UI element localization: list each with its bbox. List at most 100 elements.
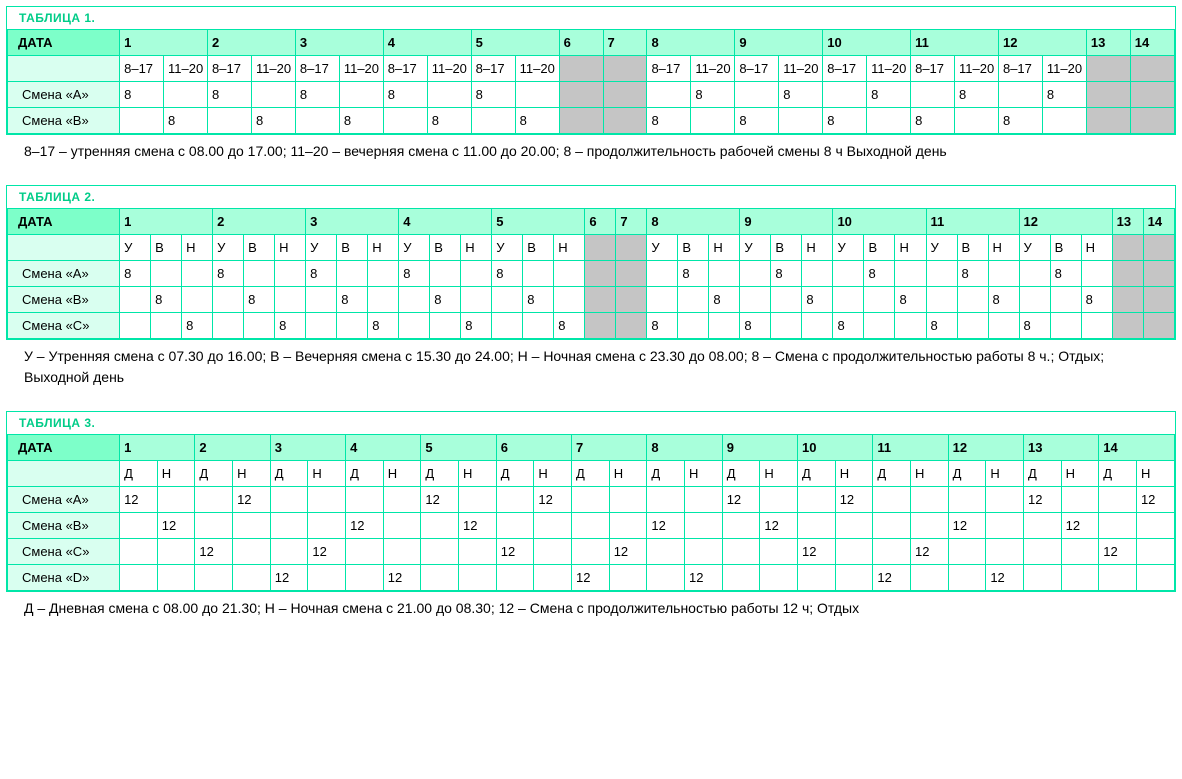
data-cell [1112, 313, 1143, 339]
header-day: 10 [823, 30, 911, 56]
data-cell: 12 [948, 512, 986, 538]
sub-header-cell [559, 56, 603, 82]
sub-header-cell: Д [722, 460, 760, 486]
data-cell [691, 108, 735, 134]
data-cell [399, 287, 430, 313]
header-day: 5 [421, 434, 496, 460]
data-cell [157, 486, 195, 512]
data-cell [534, 564, 572, 590]
data-cell [873, 512, 911, 538]
sub-header-cell: У [213, 235, 244, 261]
data-cell: 8 [1050, 261, 1081, 287]
data-cell [609, 564, 647, 590]
data-cell [647, 287, 678, 313]
data-cell [802, 261, 833, 287]
sub-header-cell: Н [609, 460, 647, 486]
sub-header-cell: Н [534, 460, 572, 486]
data-cell [647, 564, 685, 590]
data-cell [986, 538, 1024, 564]
data-cell [895, 261, 926, 287]
sub-header-cell: 8–17 [735, 56, 779, 82]
data-cell [337, 313, 368, 339]
data-cell [685, 538, 723, 564]
data-cell [120, 564, 158, 590]
header-day: 9 [722, 434, 797, 460]
data-cell [213, 313, 244, 339]
data-cell [427, 82, 471, 108]
data-cell [722, 564, 760, 590]
data-cell [867, 108, 911, 134]
data-cell: 8 [735, 108, 779, 134]
sub-header-cell: В [1050, 235, 1081, 261]
data-cell [368, 261, 399, 287]
data-cell [346, 486, 384, 512]
sub-header-cell [585, 235, 616, 261]
header-day: 3 [270, 434, 345, 460]
data-cell [383, 108, 427, 134]
data-cell [823, 82, 867, 108]
sub-header-blank [8, 56, 120, 82]
data-cell: 8 [339, 108, 383, 134]
data-cell [647, 261, 678, 287]
data-cell: 8 [911, 108, 955, 134]
sub-header-cell: Н [760, 460, 798, 486]
sub-header-cell: В [337, 235, 368, 261]
data-cell [957, 313, 988, 339]
data-cell [1130, 108, 1174, 134]
data-cell: 8 [709, 287, 740, 313]
sub-header-cell: Д [873, 460, 911, 486]
data-cell [459, 564, 497, 590]
header-day: 12 [998, 30, 1086, 56]
data-cell: 8 [213, 261, 244, 287]
data-cell [559, 108, 603, 134]
data-cell [678, 287, 709, 313]
table-wrap-2: ТАБЛИЦА 2.ДАТА1234567891011121314 УВНУВН… [6, 185, 1176, 340]
sub-header-cell: У [647, 235, 678, 261]
sub-header-cell: Д [798, 460, 836, 486]
data-cell [459, 486, 497, 512]
sub-header-cell: У [926, 235, 957, 261]
data-cell: 12 [609, 538, 647, 564]
data-cell: 12 [1061, 512, 1099, 538]
data-cell [339, 82, 383, 108]
data-cell [760, 486, 798, 512]
data-cell [722, 512, 760, 538]
data-cell [233, 538, 271, 564]
data-cell [1023, 512, 1061, 538]
data-cell [1019, 261, 1050, 287]
data-cell: 8 [461, 313, 492, 339]
sub-header-cell: Н [895, 235, 926, 261]
data-cell [195, 564, 233, 590]
data-cell [120, 287, 151, 313]
sub-header-cell: Н [685, 460, 723, 486]
header-date: ДАТА [8, 434, 120, 460]
data-cell [308, 564, 346, 590]
sub-header-cell: Д [120, 460, 158, 486]
row-label: Смена «A» [8, 82, 120, 108]
sub-header-cell: 11–20 [339, 56, 383, 82]
row-label: Смена «C» [8, 313, 120, 339]
sub-header-blank [8, 460, 120, 486]
data-cell [988, 313, 1019, 339]
header-day: 6 [559, 30, 603, 56]
data-cell [275, 261, 306, 287]
data-cell [926, 287, 957, 313]
data-cell: 8 [275, 313, 306, 339]
sub-header-cell: 8–17 [998, 56, 1042, 82]
sub-header-cell: У [492, 235, 523, 261]
schedule-table: ДАТА1234567891011121314 ДНДНДНДНДНДНДНДН… [7, 434, 1175, 591]
header-day: 13 [1086, 30, 1130, 56]
data-cell: 8 [337, 287, 368, 313]
data-cell: 8 [151, 287, 182, 313]
table-legend: Д – Дневная смена с 08.00 до 21.30; Н – … [24, 598, 1172, 618]
header-day: 8 [647, 434, 722, 460]
header-day: 2 [195, 434, 270, 460]
data-cell: 12 [647, 512, 685, 538]
data-cell [833, 261, 864, 287]
header-day: 4 [383, 30, 471, 56]
sub-header-cell: Д [496, 460, 534, 486]
sub-header-cell: 8–17 [208, 56, 252, 82]
sub-header-cell: 11–20 [1042, 56, 1086, 82]
header-day: 5 [471, 30, 559, 56]
data-cell [1143, 287, 1174, 313]
